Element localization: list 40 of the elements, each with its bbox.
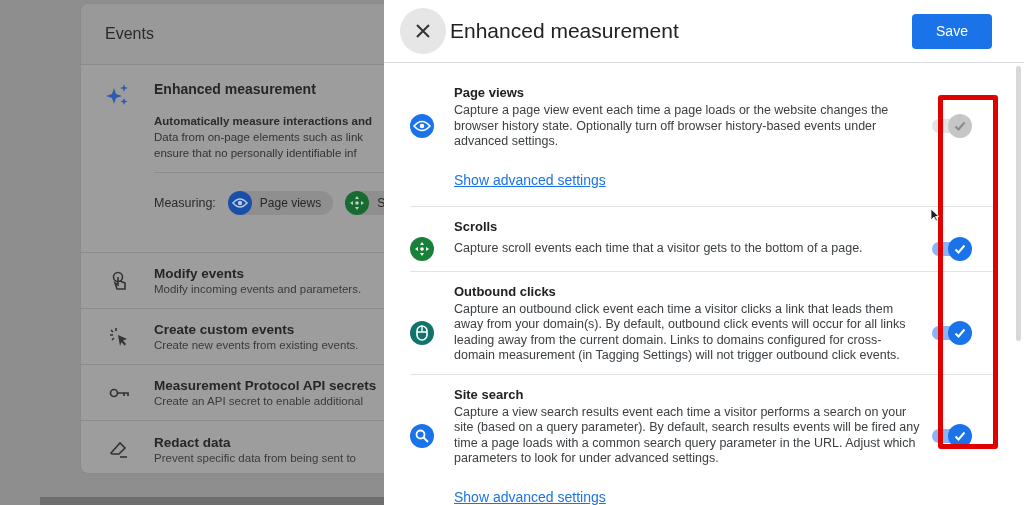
drawer-title: Enhanced measurement (450, 19, 680, 43)
check-icon (953, 119, 967, 134)
setting-title: Outbound clicks (454, 283, 557, 299)
eye-icon (231, 197, 248, 209)
sparkle-icon (106, 84, 130, 106)
setting-icon (410, 114, 434, 139)
move-icon (349, 195, 366, 211)
description-line: ensure that no personally identifiable inf (154, 146, 358, 161)
close-button[interactable] (400, 8, 446, 54)
setting-description: Capture an outbound click event each time a visitor clicks a link that leads them away from your domain(s). By default, outbound click events will occur for all links leading away from the current domain. Links to domains configured for cross-domain measurement (in Tagging Settings) will not trigger outbound click events. (454, 301, 907, 364)
card-title: Events (105, 25, 154, 43)
save-button[interactable]: Save (912, 13, 992, 49)
advanced-settings-link[interactable]: Show advanced settings (454, 488, 606, 505)
measuring-label: Measuring: (154, 196, 216, 210)
setting-title: Site search (454, 386, 525, 402)
setting-title: Page views (454, 85, 526, 100)
section-title: Enhanced measurement (154, 81, 317, 97)
item-title[interactable]: Measurement Protocol API secrets (154, 378, 377, 393)
setting-description: Capture scroll events each time that a visitor gets to the bottom of a page. (454, 240, 864, 257)
item-title[interactable]: Modify events (154, 266, 362, 281)
setting-icon (410, 320, 434, 345)
item-subtitle: Create new events from existing events. (154, 339, 359, 351)
description-line: Data from on-page elements such as link (154, 130, 365, 145)
setting-icon (410, 423, 434, 448)
close-icon (415, 23, 431, 39)
cursor-icon (930, 208, 940, 222)
setting-title: Scrolls (454, 218, 499, 234)
setting-description: Capture a page view event each time a page loads or the website changes the browser history state. Optionally turn off browser history-based events under advanced settings. (454, 103, 890, 150)
setting-description: Capture a view search results event each time a visitor performs a search on your site (based on a query parameter). By default, search results events will be fired any time a page loads with a common search query parameter in the URL. Adjust which parameters to look for under advanced settings. (454, 404, 920, 467)
description-line: Automatically measure interactions and (154, 114, 373, 129)
item-title[interactable]: Redact data (154, 434, 356, 450)
item-title[interactable]: Create custom events (154, 322, 359, 337)
toggle-switch[interactable] (932, 320, 972, 345)
setting-icon (410, 236, 434, 261)
item-subtitle: Create an API secret to enable additional (154, 395, 365, 407)
measuring-chip: S (345, 191, 384, 215)
item-subtitle: Prevent specific data from being sent to (154, 451, 356, 464)
toggle-switch[interactable] (932, 236, 972, 261)
measuring-chip: Page views (227, 191, 334, 215)
item-subtitle: Modify incoming events and parameters. (154, 283, 362, 295)
